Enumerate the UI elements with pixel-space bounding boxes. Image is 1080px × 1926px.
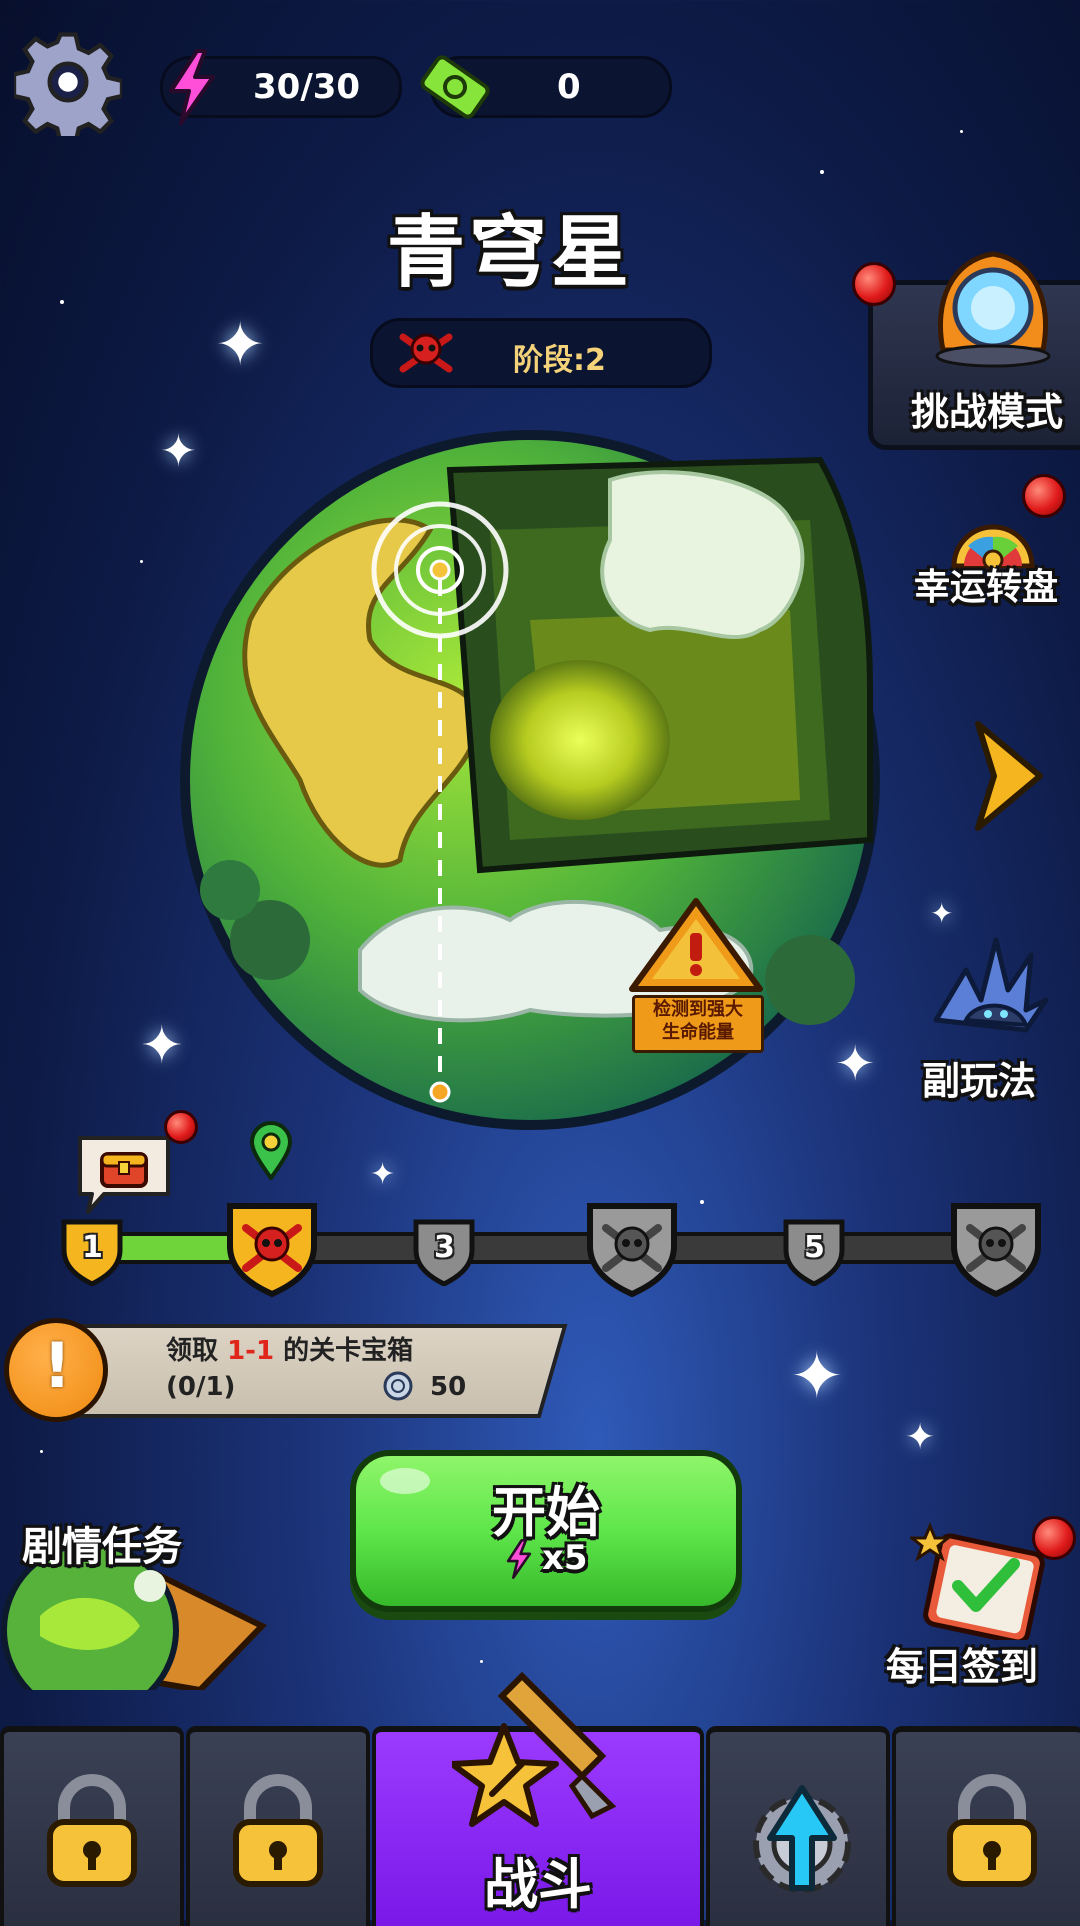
- next-planet-button[interactable]: [968, 716, 1048, 836]
- nav-tab-locked-1[interactable]: [0, 1726, 184, 1926]
- stage-node-2-current[interactable]: [224, 1198, 320, 1298]
- start-button-label: 开始: [492, 1481, 600, 1544]
- stage-node-1[interactable]: 1: [60, 1216, 124, 1286]
- ticket-icon: [420, 55, 490, 119]
- warning-sign: 检测到强大 生命能量: [626, 895, 766, 1055]
- stage-badge: 阶段:2: [370, 318, 712, 388]
- lock-icon: [233, 1774, 323, 1887]
- coin-icon: [383, 1371, 413, 1401]
- planet-illustration[interactable]: [170, 420, 890, 1140]
- skull-shield-locked-icon: [587, 1203, 677, 1298]
- warning-text-line1: 检测到强大: [653, 999, 743, 1020]
- checklist-icon: [910, 1522, 1045, 1640]
- quest-text-highlight: 1-1: [227, 1336, 275, 1366]
- energy-counter[interactable]: 30/30: [160, 49, 402, 125]
- stage-progress-track: 1 3 5: [60, 1110, 1041, 1298]
- treasure-chest-icon: [78, 1136, 170, 1214]
- location-pin-icon: [249, 1121, 293, 1180]
- portal-icon: [935, 251, 1051, 368]
- sub-mode-button[interactable]: 副玩法: [910, 930, 1070, 1110]
- bottom-nav: 战斗: [0, 1671, 1080, 1926]
- nav-tab-battle-label: 战斗: [484, 1853, 592, 1916]
- chest-bubble[interactable]: [74, 1132, 174, 1214]
- nav-tab-locked-2[interactable]: [186, 1726, 370, 1926]
- stage-label: 阶段:2: [513, 343, 606, 378]
- challenge-mode-button[interactable]: 挑战模式: [868, 251, 1080, 450]
- settings-button[interactable]: [11, 28, 125, 145]
- lightning-icon: [169, 49, 215, 125]
- quest-reward: 50: [430, 1372, 467, 1402]
- ticket-value: 0: [557, 67, 581, 107]
- lock-icon: [47, 1774, 137, 1887]
- challenge-notification-dot: [852, 262, 896, 306]
- quest-progress: (0/1): [166, 1372, 236, 1402]
- skull-shield-locked-icon: [951, 1203, 1041, 1298]
- start-button[interactable]: 开始 x5: [350, 1450, 742, 1612]
- chest-notification-dot: [164, 1110, 198, 1144]
- nav-tab-locked-3[interactable]: [892, 1726, 1080, 1926]
- quest-banner[interactable]: ! 领取 1-1 的关卡宝箱 (0/1) 50: [0, 1318, 568, 1422]
- quest-text-suffix: 的关卡宝箱: [274, 1336, 414, 1366]
- star-drill-icon: [452, 1671, 617, 1827]
- lightning-icon: [506, 1539, 532, 1579]
- warning-triangle-icon: [629, 898, 763, 992]
- chevron-right-icon: [975, 721, 1043, 831]
- gear-icon: [11, 32, 125, 145]
- stage-node-4[interactable]: [584, 1198, 680, 1298]
- stage-node-5[interactable]: 5: [782, 1216, 846, 1286]
- ticket-counter[interactable]: 0: [420, 55, 672, 119]
- warning-text-line2: 生命能量: [662, 1022, 734, 1043]
- stage-node-3[interactable]: 3: [412, 1216, 476, 1286]
- quest-alert-icon: !: [4, 1318, 108, 1422]
- daily-checkin-notification-dot: [1032, 1516, 1076, 1560]
- energy-value: 30/30: [253, 67, 361, 107]
- upgrade-gear-icon: [753, 1785, 851, 1893]
- planet-title: 青穹星: [386, 208, 633, 298]
- lucky-wheel-label: 幸运转盘: [914, 567, 1059, 608]
- sub-mode-label: 副玩法: [922, 1059, 1037, 1103]
- lock-icon: [947, 1774, 1037, 1887]
- skull-shield-icon: [227, 1203, 317, 1298]
- story-quest-button[interactable]: 剧情任务: [0, 1510, 270, 1690]
- crystal-creature-icon: [933, 937, 1049, 1033]
- start-button-cost: x5: [542, 1538, 588, 1578]
- stage-node-6[interactable]: [948, 1198, 1044, 1298]
- quest-text-prefix: 领取: [166, 1336, 228, 1366]
- daily-checkin-label: 每日签到: [886, 1645, 1039, 1689]
- story-quest-label: 剧情任务: [22, 1524, 182, 1570]
- lucky-wheel-notification-dot: [1022, 474, 1066, 518]
- skull-icon: [399, 333, 453, 373]
- nav-tab-upgrade[interactable]: [706, 1726, 890, 1926]
- challenge-mode-label: 挑战模式: [911, 390, 1064, 434]
